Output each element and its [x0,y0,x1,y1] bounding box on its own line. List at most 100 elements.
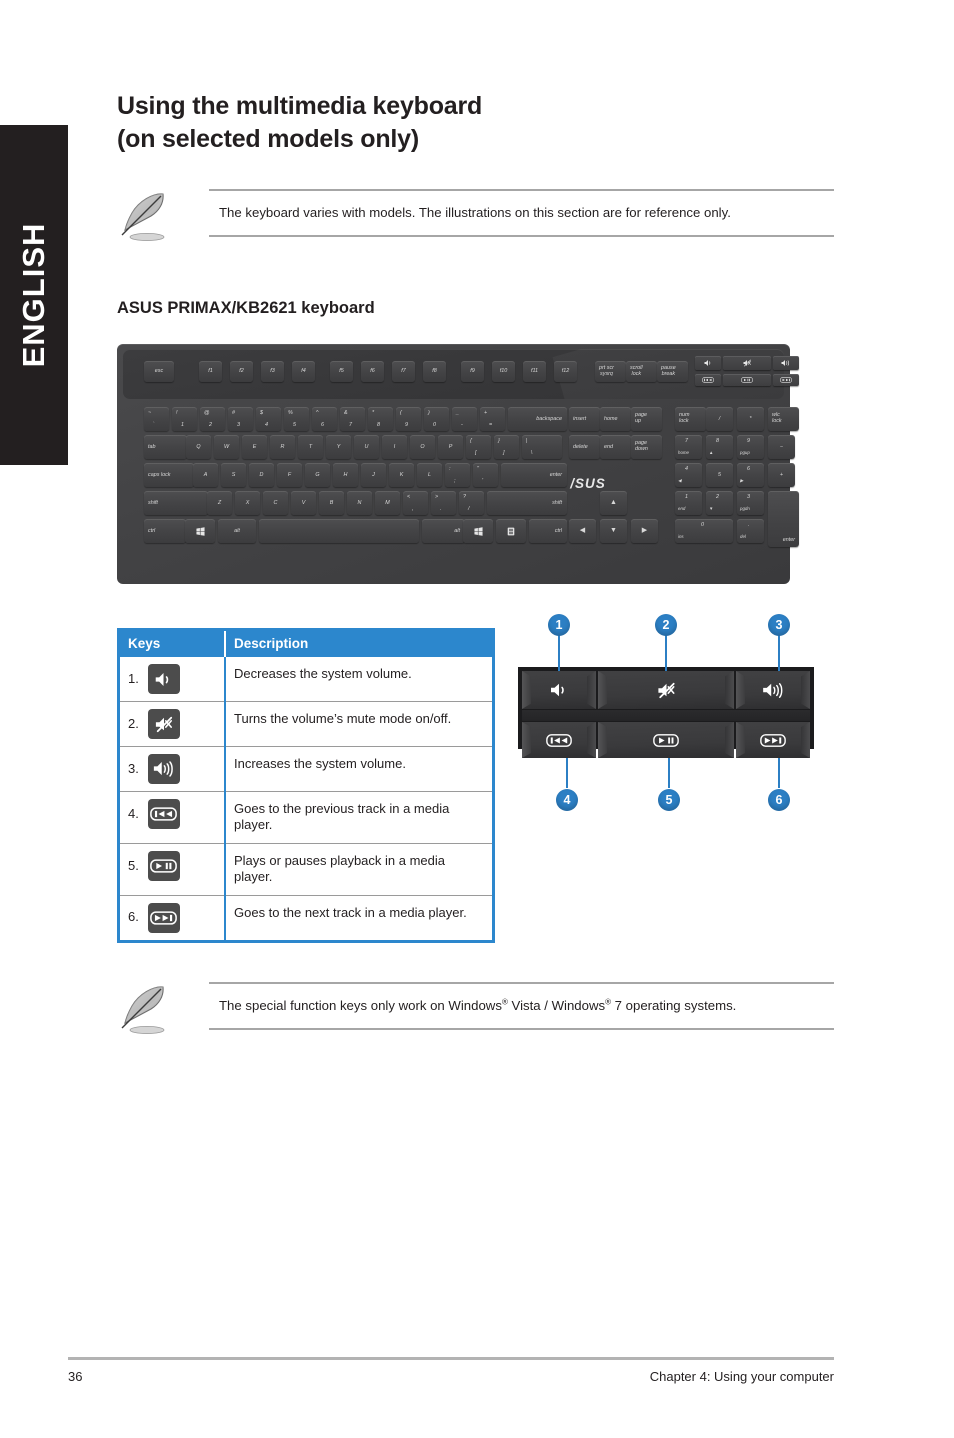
page-title-line1: Using the multimedia keyboard [117,92,483,120]
key-quote: " ' [473,463,498,487]
key-label: % [288,410,293,416]
key-sublabel: ▶ [740,478,744,484]
callout-leader-6 [778,758,780,788]
key-insert: insert [569,407,600,431]
key-0: ) 0 [424,407,449,431]
key-d: D [249,463,274,487]
key-sublabel: ] [503,449,505,456]
table-row: 4. Goes to the previous track in a media… [120,791,492,844]
key-label: home [604,415,618,422]
key-wlc-lock: wlc lock [768,407,799,431]
key-numpad-5: 5 [706,463,733,487]
key-sublabel: end [678,506,686,512]
volume-down-icon [147,664,180,694]
callout-bubble-6: 6 [768,789,790,811]
page-title: Using the multimedia keyboard (on select… [117,90,837,156]
key-numpad-1: 1 end [675,491,702,515]
key-label: ) [428,410,430,416]
table-row: 5. Plays or pauses playback in a media p… [120,842,492,895]
callout-leader-3 [778,634,780,671]
callout-bubble-5: 5 [658,789,680,811]
row-number: 3. [128,760,139,776]
key-label: * [372,410,375,416]
key-label: delete [573,443,588,450]
key-label: f5 [339,368,344,375]
key-f1: f1 [199,361,222,382]
table-cell-key: 6. [120,894,226,940]
key-sublabel: ; [454,477,456,484]
row-number: 1. [128,670,139,686]
key-grave: ~ ` [144,407,169,431]
key-backspace: backspace [508,407,567,431]
key-period: >. [431,491,456,515]
kb-media-volume-down [695,356,721,370]
callout-key-play-pause [598,722,734,758]
key-y: Y [326,435,351,459]
quill-pen-icon [121,986,165,1035]
key-sublabel: del [740,534,746,540]
key-sublabel: - [461,421,463,428]
row-number: 6. [128,909,139,925]
key-label: N [357,499,362,506]
callout-key-previous-track [522,722,596,758]
key-label: + [779,471,784,478]
key-l: L [417,463,442,487]
key-num-lock: num lock [675,407,706,431]
key-label: . [748,522,750,528]
language-tab: ENGLISH [0,125,68,465]
key-label: f1 [208,368,213,375]
table-row: 3. Increases the system volume. [120,746,492,792]
key-label: M [385,499,390,506]
key-sublabel: ◀ [678,478,682,484]
key-label: ^ [316,410,319,416]
key-label: _ [456,410,459,416]
table-cell-description: Turns the volume’s mute mode on/off. [225,701,492,747]
key-label: S [231,471,236,478]
key-label: 5 [718,471,721,478]
note-text-bottom: The special function keys only work on W… [209,984,834,1028]
key-sublabel: , [412,505,414,512]
table-cell-description: Increases the system volume. [225,746,492,792]
key-ctrl-left: ctrl [144,519,186,543]
key-sublabel: ▲ [709,450,714,456]
key-f: F [277,463,302,487]
key-8: * 8 [368,407,393,431]
key-sublabel: 2 [209,421,212,428]
key-a: A [193,463,218,487]
table-row: 2. Turns the volume’s mute mode on/off. [120,701,492,747]
key-label: @ [204,410,210,416]
note-text-part3: 7 operating systems. [610,998,737,1013]
key-sublabel: [ [475,449,477,456]
key-label: ? [463,494,466,500]
key-page-down: page down [631,435,662,459]
key-label: esc [154,368,164,375]
callout-key-volume-down [522,671,596,709]
key-numpad-multiply: * [737,407,764,431]
table-header-description: Description [225,631,492,657]
kb-media-volume-up [773,356,799,370]
table-cell-key: 3. [120,746,226,792]
key-label: B [329,499,334,506]
key-numpad-0: 0 ins [675,519,733,543]
key-i: I [382,435,407,459]
key-label: R [280,443,285,450]
key-sublabel: pgup [740,450,750,456]
key-label: + [484,410,488,416]
key-label: Y [336,443,341,450]
key-numpad-2: 2 ▼ [706,491,733,515]
key-comma: <, [403,491,428,515]
key-label: F [287,471,292,478]
key-sublabel: = [489,421,493,428]
table-cell-description: Goes to the next track in a media player… [225,894,492,940]
key-f10: f10 [492,361,515,382]
callout-leader-1 [558,634,560,671]
key-sublabel: 0 [433,421,436,428]
table-cell-description: Goes to the previous track in a media pl… [225,791,492,844]
key-label: ! [176,410,178,416]
key-label: ▼ [610,527,617,535]
key-arrow-down: ▼ [600,519,627,543]
key-label: $ [260,410,263,416]
key-label: ▲ [610,499,617,507]
key-label: f3 [270,368,275,375]
key-label: end [604,443,613,450]
